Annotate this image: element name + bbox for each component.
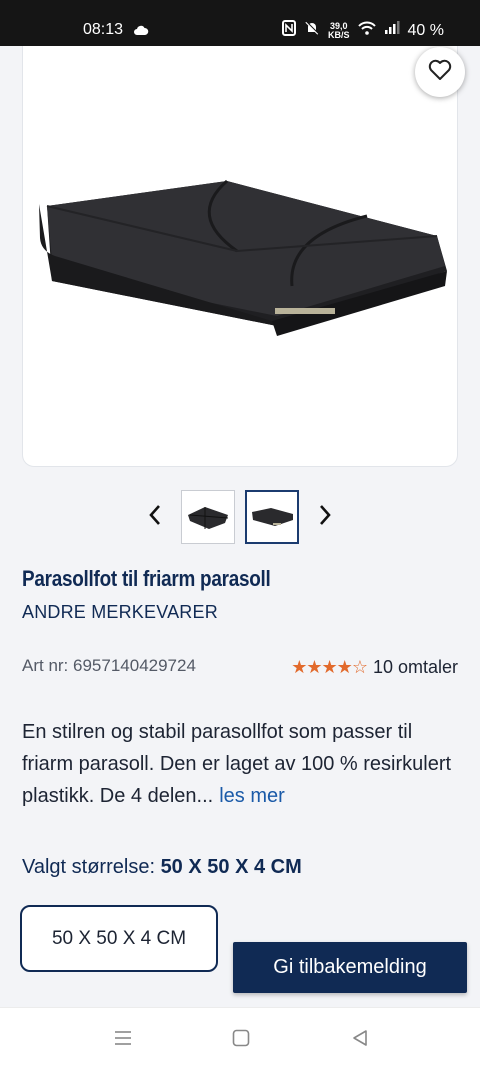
product-page: Parasollfot til friarm parasoll ANDRE ME… xyxy=(0,46,480,1007)
back-button[interactable] xyxy=(348,1028,372,1052)
mute-icon xyxy=(304,20,320,41)
selected-size-label: Valgt størrelse: xyxy=(22,856,155,878)
star-filled-icon: ★ xyxy=(306,657,322,677)
network-speed-unit: KB/S xyxy=(328,29,350,40)
image-thumbnails xyxy=(0,490,480,544)
feedback-button[interactable]: Gi tilbakemelding xyxy=(233,942,467,993)
star-empty-icon: ☆ xyxy=(351,657,368,677)
size-option[interactable]: 50 X 50 X 4 CM xyxy=(20,905,218,972)
read-more-link[interactable]: les mer xyxy=(219,785,285,807)
battery-text: 40 % xyxy=(407,21,444,39)
system-navigation-bar xyxy=(0,1007,480,1067)
home-button[interactable] xyxy=(229,1028,253,1052)
menu-lines-icon xyxy=(114,1030,132,1051)
heart-icon xyxy=(428,59,452,86)
favorite-button[interactable] xyxy=(415,47,465,97)
product-description: En stilren og stabil parasollfot som pas… xyxy=(22,716,458,812)
star-filled-icon: ★ xyxy=(336,657,353,677)
star-rating: ★★★★☆ xyxy=(291,657,368,678)
review-count[interactable]: 10 omtaler xyxy=(373,657,458,678)
product-image[interactable] xyxy=(37,176,449,341)
star-filled-icon: ★ xyxy=(291,657,307,677)
nfc-icon xyxy=(282,20,297,41)
cloud-icon xyxy=(133,22,149,40)
selected-size-value: 50 X 50 X 4 CM xyxy=(160,856,302,878)
status-icons: 39,0 KB/S 40 % xyxy=(282,20,444,41)
signal-icon xyxy=(384,21,400,40)
star-filled-icon: ★ xyxy=(321,657,338,677)
previous-image-button[interactable] xyxy=(140,502,170,532)
clock: 08:13 xyxy=(83,21,124,38)
network-speed: 39,0 KB/S xyxy=(328,21,350,40)
triangle-back-icon xyxy=(351,1029,369,1052)
product-brand[interactable]: ANDRE MERKEVARER xyxy=(22,602,218,623)
selected-size: Valgt størrelse: 50 X 50 X 4 CM xyxy=(22,856,302,879)
thumbnail-2[interactable] xyxy=(245,490,299,544)
next-image-button[interactable] xyxy=(310,502,340,532)
product-rating[interactable]: ★★★★☆ 10 omtaler xyxy=(291,657,458,678)
chevron-right-icon xyxy=(318,504,332,531)
recent-apps-button[interactable] xyxy=(111,1028,135,1052)
wifi-icon xyxy=(357,21,376,40)
square-icon xyxy=(232,1029,250,1052)
product-title: Parasollfot til friarm parasoll xyxy=(22,566,271,591)
article-number: Art nr: 6957140429724 xyxy=(22,656,196,675)
product-image-card xyxy=(22,46,465,467)
status-bar: 08:13 39,0 KB/S 40 % xyxy=(0,0,480,46)
chevron-left-icon xyxy=(148,504,162,531)
thumbnail-1[interactable] xyxy=(181,490,235,544)
